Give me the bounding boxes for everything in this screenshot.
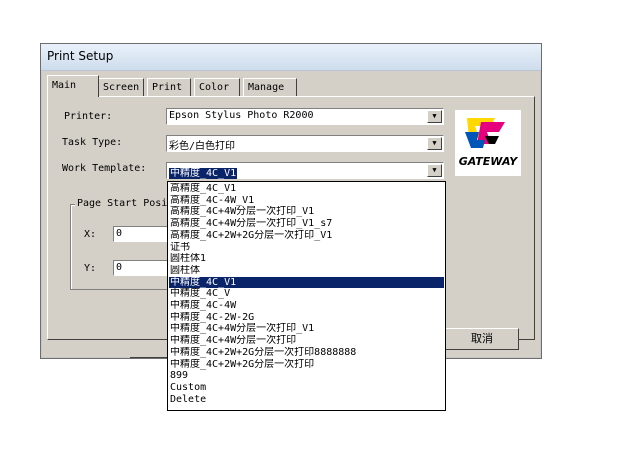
x-label: X: [84,229,97,240]
page-start-label: Page Start Posi [75,198,170,209]
tab-color[interactable]: Color [194,78,240,96]
y-value: 0 [116,262,123,273]
printer-select[interactable]: Epson Stylus Photo R2000 ▼ [166,108,444,125]
dropdown-option[interactable]: 高精度_4C-4W_V1 [169,195,444,207]
work-template-label: Work Template: [62,163,147,174]
x-value: 0 [116,228,123,239]
printer-value: Epson Stylus Photo R2000 [169,110,314,121]
dropdown-option[interactable]: Custom [169,382,444,394]
dropdown-option[interactable]: 中精度_4C-2W-2G [169,312,444,324]
work-template-dropdown-list[interactable]: 高精度_4C_V1 高精度_4C-4W_V1 高精度_4C+4W分层一次打印_V1 高… [167,181,446,411]
dropdown-option[interactable]: 证书 [169,242,444,254]
logo-mark-icon: GATEWAY [459,118,518,168]
logo-text: GATEWAY [459,155,518,168]
tab-print[interactable]: Print [147,78,191,96]
dropdown-option[interactable]: 中精度_4C+4W分层一次打印 [169,335,444,347]
work-template-value: 中精度_4C_V1 [169,168,238,179]
dropdown-option[interactable]: 高精度_4C_V1 [169,183,444,195]
task-type-label: Task Type: [62,137,123,148]
dropdown-option[interactable]: 中精度_4C+4W分层一次打印_V1 [169,323,444,335]
dropdown-option[interactable]: 中精度_4C_V1 [169,276,444,289]
work-template-select[interactable]: 中精度_4C_V1 ▼ [166,162,444,179]
y-input[interactable]: 0 [113,260,169,276]
gateway-logo: GATEWAY [455,110,521,176]
x-input[interactable]: 0 [113,226,169,242]
dropdown-option[interactable]: 高精度_4C+4W分层一次打印_V1 [169,206,444,218]
dropdown-option[interactable]: 圆柱体1 [169,253,444,265]
tab-main[interactable]: Main [47,75,99,97]
dropdown-option[interactable]: 中精度_4C+2W+2G分层一次打印 [169,359,444,371]
dropdown-option[interactable]: 高精度_4C+4W分层一次打印_V1_s7 [169,218,444,230]
dropdown-option[interactable]: 高精度_4C+2W+2G分层一次打印_V1 [169,230,444,242]
cancel-button[interactable]: 取消 [445,328,519,350]
chevron-down-icon[interactable]: ▼ [427,110,442,123]
task-type-value: 彩色/白色打印 [169,141,236,152]
task-type-select[interactable]: 彩色/白色打印 ▼ [166,135,444,152]
dropdown-option[interactable]: 圆柱体 [169,265,444,277]
chevron-down-icon[interactable]: ▼ [427,137,442,150]
tab-screen[interactable]: Screen [98,78,144,96]
printer-label: Printer: [64,111,113,122]
tab-manage[interactable]: Manage [243,78,297,96]
dropdown-option[interactable]: 899 [169,370,444,382]
dropdown-option[interactable]: 中精度_4C+2W+2G分层一次打印8888888 [169,347,444,359]
divider [130,357,170,358]
dropdown-option[interactable]: 中精度_4C-4W [169,300,444,312]
chevron-down-icon[interactable]: ▼ [427,164,442,177]
dropdown-option[interactable]: 中精度_4C_V [169,288,444,300]
title-bar[interactable]: Print Setup [41,44,541,71]
dropdown-option[interactable]: Delete [169,394,444,406]
page-start-group: Page Start Posi [70,198,172,290]
window-title: Print Setup [47,49,114,63]
y-label: Y: [84,263,97,274]
